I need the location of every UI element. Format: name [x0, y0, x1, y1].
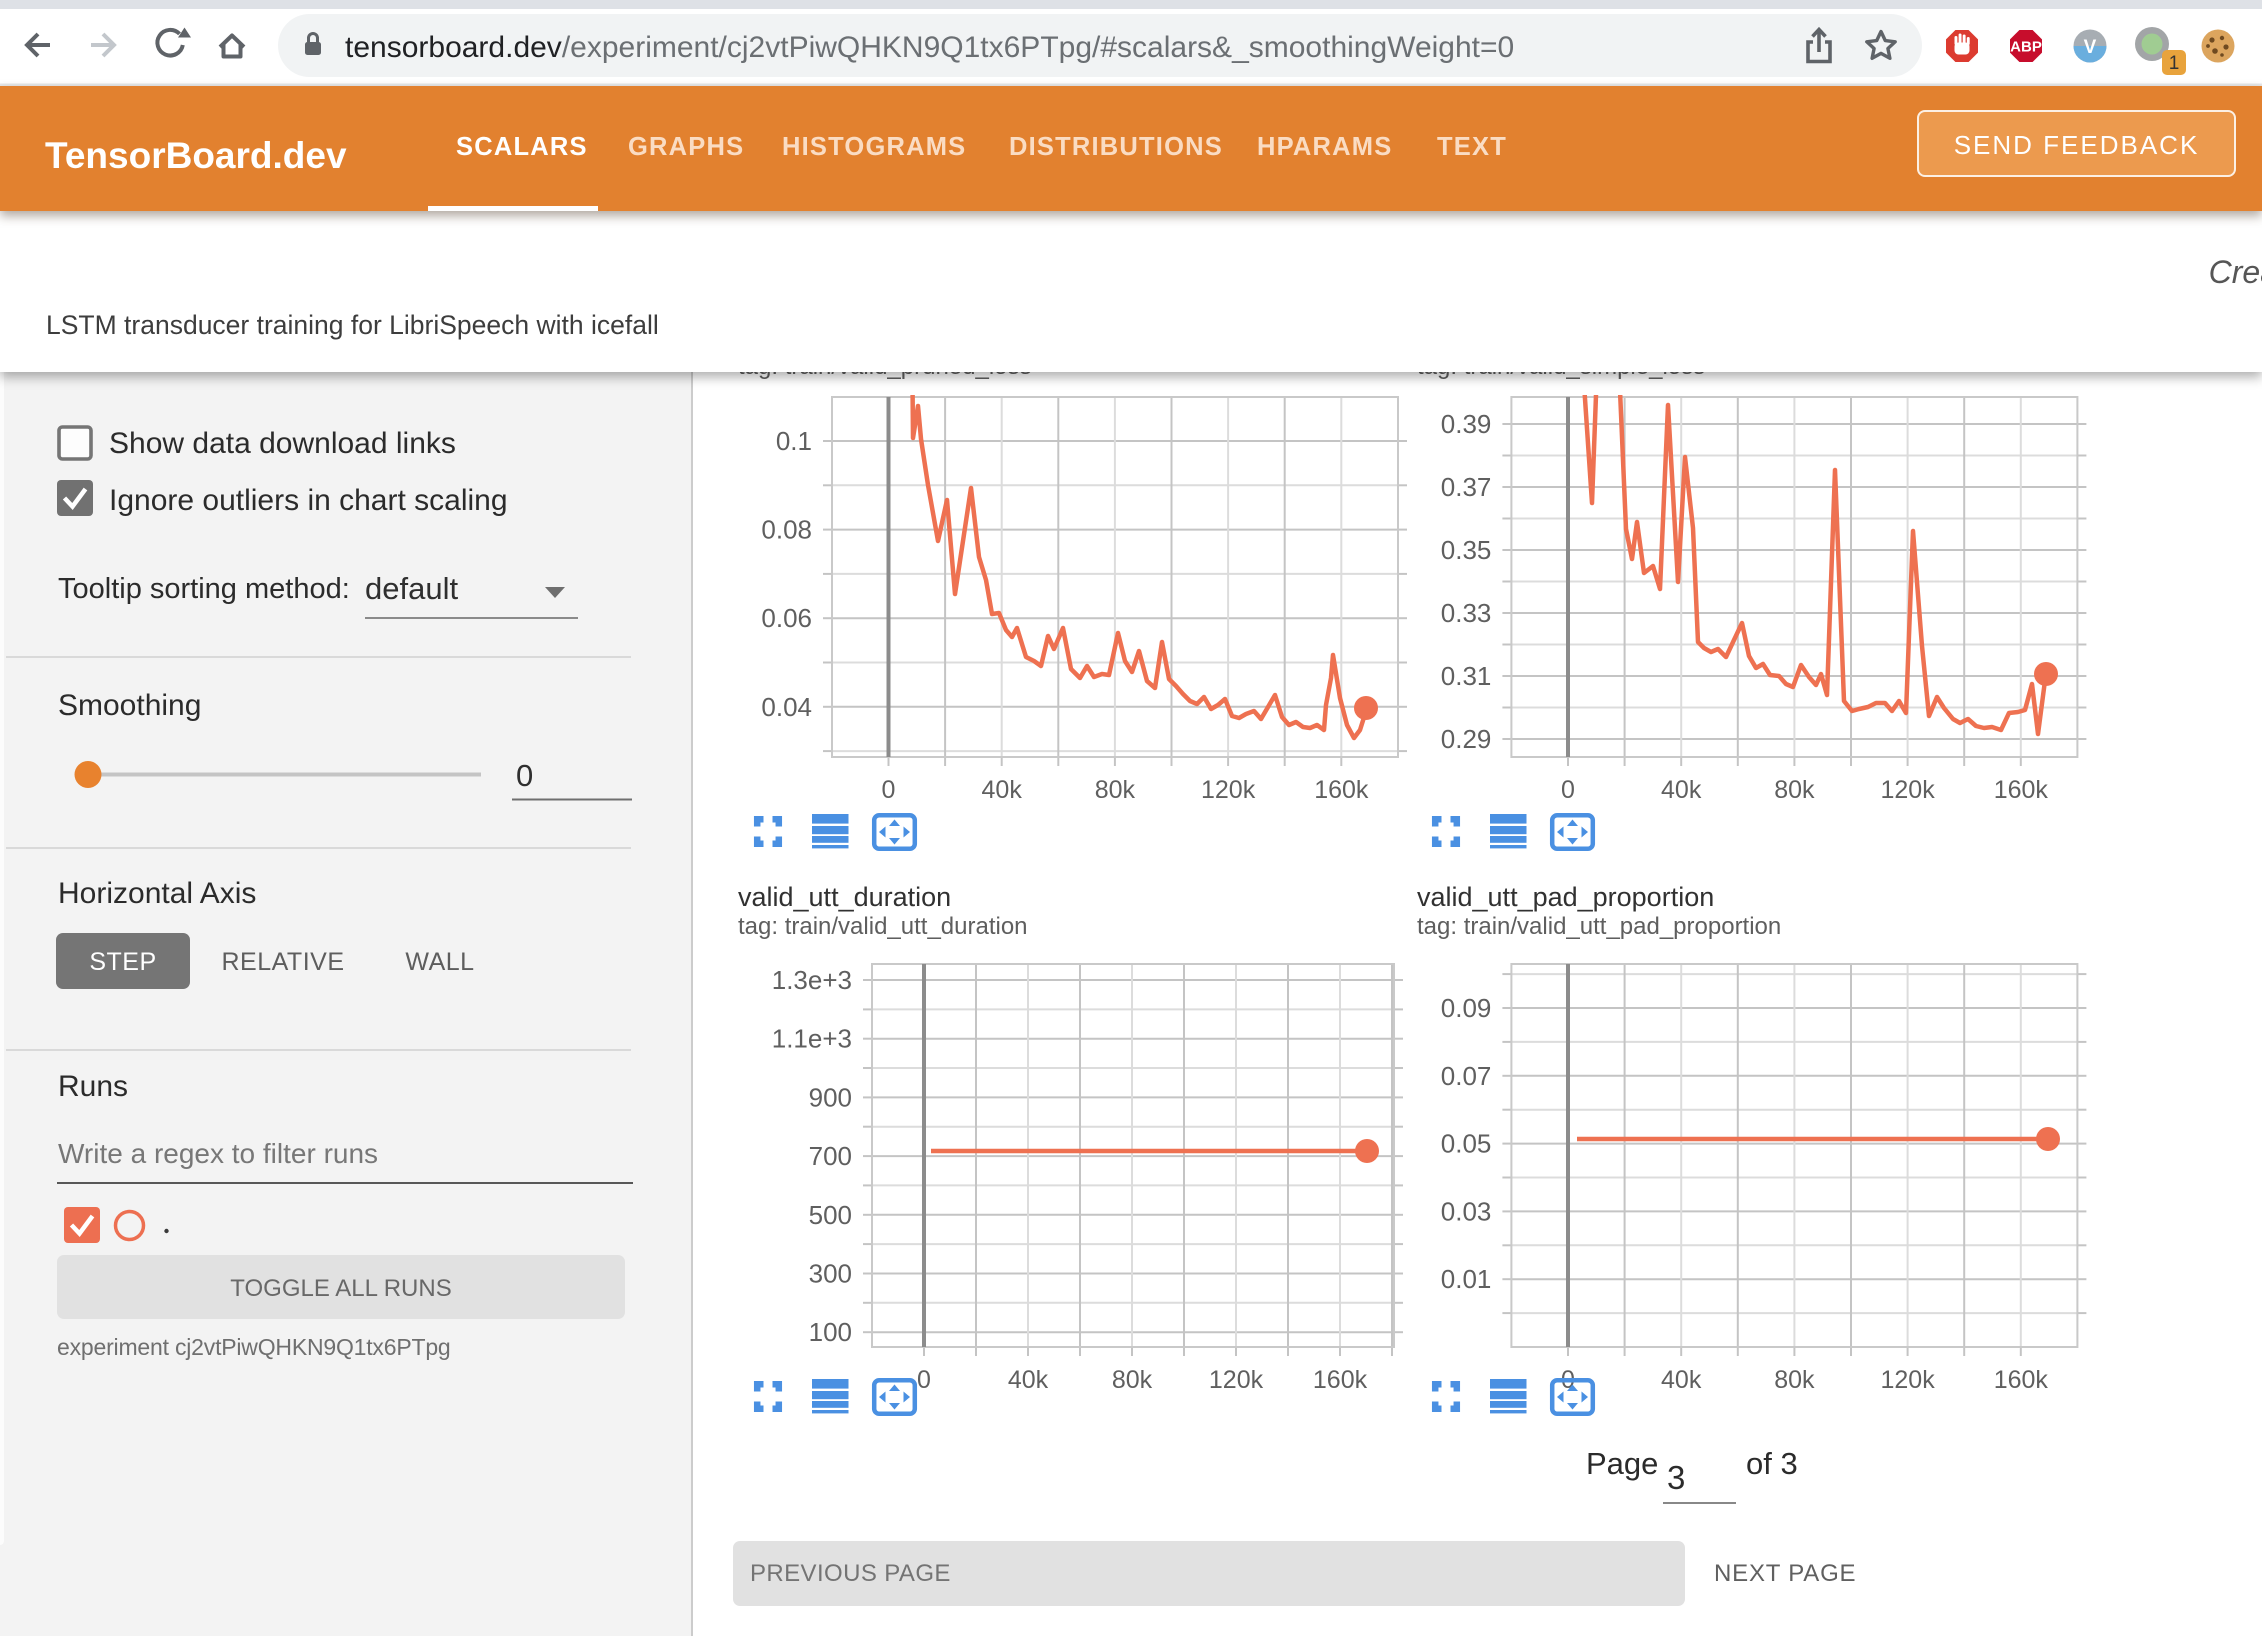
svg-text:80k: 80k	[1112, 1366, 1153, 1394]
svg-text:0.04: 0.04	[761, 692, 812, 722]
svg-text:40k: 40k	[1661, 1366, 1702, 1394]
svg-text:160k: 160k	[1314, 776, 1369, 804]
svg-text:40k: 40k	[1008, 1366, 1049, 1394]
svg-text:900: 900	[809, 1082, 852, 1112]
svg-text:0.37: 0.37	[1441, 472, 1492, 502]
svg-text:default: default	[365, 571, 458, 606]
svg-text:experiment cj2vtPiwQHKN9Q1tx6P: experiment cj2vtPiwQHKN9Q1tx6PTpg	[57, 1334, 451, 1360]
svg-text:Smoothing: Smoothing	[58, 689, 201, 722]
svg-text:500: 500	[809, 1200, 852, 1230]
svg-text:120k: 120k	[1201, 776, 1256, 804]
svg-text:Runs: Runs	[58, 1070, 128, 1103]
svg-text:valid_utt_duration: valid_utt_duration	[738, 882, 951, 912]
svg-text:0: 0	[516, 758, 533, 793]
svg-text:STEP: STEP	[89, 948, 156, 976]
svg-text:Show data download links: Show data download links	[109, 427, 456, 460]
svg-text:160k: 160k	[1994, 1366, 2049, 1394]
svg-text:0.01: 0.01	[1441, 1264, 1492, 1294]
svg-text:0.06: 0.06	[761, 603, 812, 633]
svg-text:1: 1	[2169, 53, 2180, 74]
svg-text:Ignore outliers in chart scali: Ignore outliers in chart scaling	[109, 484, 508, 517]
svg-text:160k: 160k	[1994, 776, 2049, 804]
svg-text:0.05: 0.05	[1441, 1129, 1492, 1159]
svg-text:0.07: 0.07	[1441, 1061, 1492, 1091]
svg-text:1.3e+3: 1.3e+3	[772, 965, 852, 995]
svg-text:100: 100	[809, 1317, 852, 1347]
svg-text:tag: train/valid_utt_pad_propo: tag: train/valid_utt_pad_proportion	[1417, 913, 1781, 940]
svg-text:0.35: 0.35	[1441, 535, 1492, 565]
svg-text:WALL: WALL	[405, 948, 474, 976]
svg-text:120k: 120k	[1880, 1366, 1935, 1394]
svg-text:0: 0	[882, 776, 896, 804]
svg-text:0.09: 0.09	[1441, 993, 1492, 1023]
svg-text:Write a regex to filter runs: Write a regex to filter runs	[58, 1138, 378, 1169]
svg-text:0.08: 0.08	[761, 515, 812, 545]
svg-text:0.29: 0.29	[1441, 724, 1492, 754]
svg-text:300: 300	[809, 1259, 852, 1289]
svg-text:0.03: 0.03	[1441, 1196, 1492, 1226]
svg-text:40k: 40k	[982, 776, 1023, 804]
svg-text:Horizontal Axis: Horizontal Axis	[58, 877, 256, 910]
svg-text:80k: 80k	[1095, 776, 1136, 804]
svg-text:80k: 80k	[1774, 776, 1815, 804]
svg-text:0: 0	[1561, 776, 1575, 804]
svg-text:0.31: 0.31	[1441, 661, 1492, 691]
svg-text:0: 0	[917, 1366, 931, 1394]
svg-text:1.1e+3: 1.1e+3	[772, 1024, 852, 1054]
svg-text:V: V	[2084, 37, 2097, 58]
svg-text:valid_utt_pad_proportion: valid_utt_pad_proportion	[1417, 882, 1714, 912]
svg-text:0.1: 0.1	[776, 426, 812, 456]
svg-text:Tooltip sorting method:: Tooltip sorting method:	[58, 573, 350, 605]
svg-text:ABP: ABP	[2010, 39, 2042, 56]
svg-text:tag: train/valid_utt_duration: tag: train/valid_utt_duration	[738, 913, 1028, 940]
svg-text:40k: 40k	[1661, 776, 1702, 804]
svg-text:0.33: 0.33	[1441, 598, 1492, 628]
svg-text:700: 700	[809, 1141, 852, 1171]
svg-text:120k: 120k	[1880, 776, 1935, 804]
svg-text:0.39: 0.39	[1441, 409, 1492, 439]
svg-text:RELATIVE: RELATIVE	[221, 948, 344, 976]
svg-text:TOGGLE ALL RUNS: TOGGLE ALL RUNS	[230, 1275, 451, 1302]
svg-text:80k: 80k	[1774, 1366, 1815, 1394]
svg-text:tensorboard.dev/experiment/cj2: tensorboard.dev/experiment/cj2vtPiwQHKN9…	[345, 31, 1514, 64]
svg-text:160k: 160k	[1313, 1366, 1368, 1394]
svg-text:120k: 120k	[1209, 1366, 1264, 1394]
